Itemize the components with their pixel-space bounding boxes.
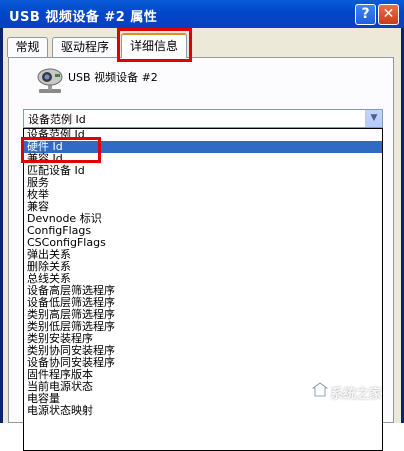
dropdown-option[interactable]: 服务 xyxy=(24,177,382,189)
title-bar[interactable]: USB 视频设备 #2 属性 ? ✕ xyxy=(0,0,404,28)
dropdown-option[interactable]: 枚举 xyxy=(24,189,382,201)
dropdown-option[interactable]: 当前电源状态 xyxy=(24,381,382,393)
dropdown-option[interactable]: 弹出关系 xyxy=(24,249,382,261)
watermark-text: 系统之家 xyxy=(330,387,383,402)
chevron-down-icon[interactable]: ▼ xyxy=(365,110,382,127)
webcam-icon xyxy=(37,68,63,93)
property-select-value: 设备范例 Id xyxy=(28,113,86,126)
window-title: USB 视频设备 #2 属性 xyxy=(9,10,158,25)
property-select[interactable]: 设备范例 Id ▼ xyxy=(23,109,383,128)
help-button[interactable]: ? xyxy=(355,4,376,25)
watermark-logo-icon xyxy=(312,382,328,397)
dropdown-option[interactable]: 匹配设备 Id xyxy=(24,165,382,177)
close-button[interactable]: ✕ xyxy=(378,4,399,25)
dropdown-option[interactable]: CSConfigFlags xyxy=(24,237,382,249)
property-dropdown-list: 设备范例 Id 硬件 Id 兼容 Id 匹配设备 Id 服务 枚举 兼容 Devnode 标识… xyxy=(23,128,383,451)
tab-general[interactable]: 常规 xyxy=(7,37,48,57)
hardware-id-annotation xyxy=(21,137,101,163)
dropdown-option[interactable]: 电源状态映射 xyxy=(24,405,382,417)
device-name: USB 视频设备 #2 xyxy=(68,71,158,84)
details-tab-annotation xyxy=(117,28,192,62)
tab-driver[interactable]: 驱动程序 xyxy=(52,37,118,57)
dropdown-option[interactable]: 删除关系 xyxy=(24,261,382,273)
properties-window: USB 视频设备 #2 属性 ? ✕ 常规 驱动程序 详细信息 USB 视频设备… xyxy=(0,0,404,451)
dialog-client-area: 常规 驱动程序 详细信息 USB 视频设备 #2 设备范例 Id ▼ 设备范例 … xyxy=(3,28,401,451)
